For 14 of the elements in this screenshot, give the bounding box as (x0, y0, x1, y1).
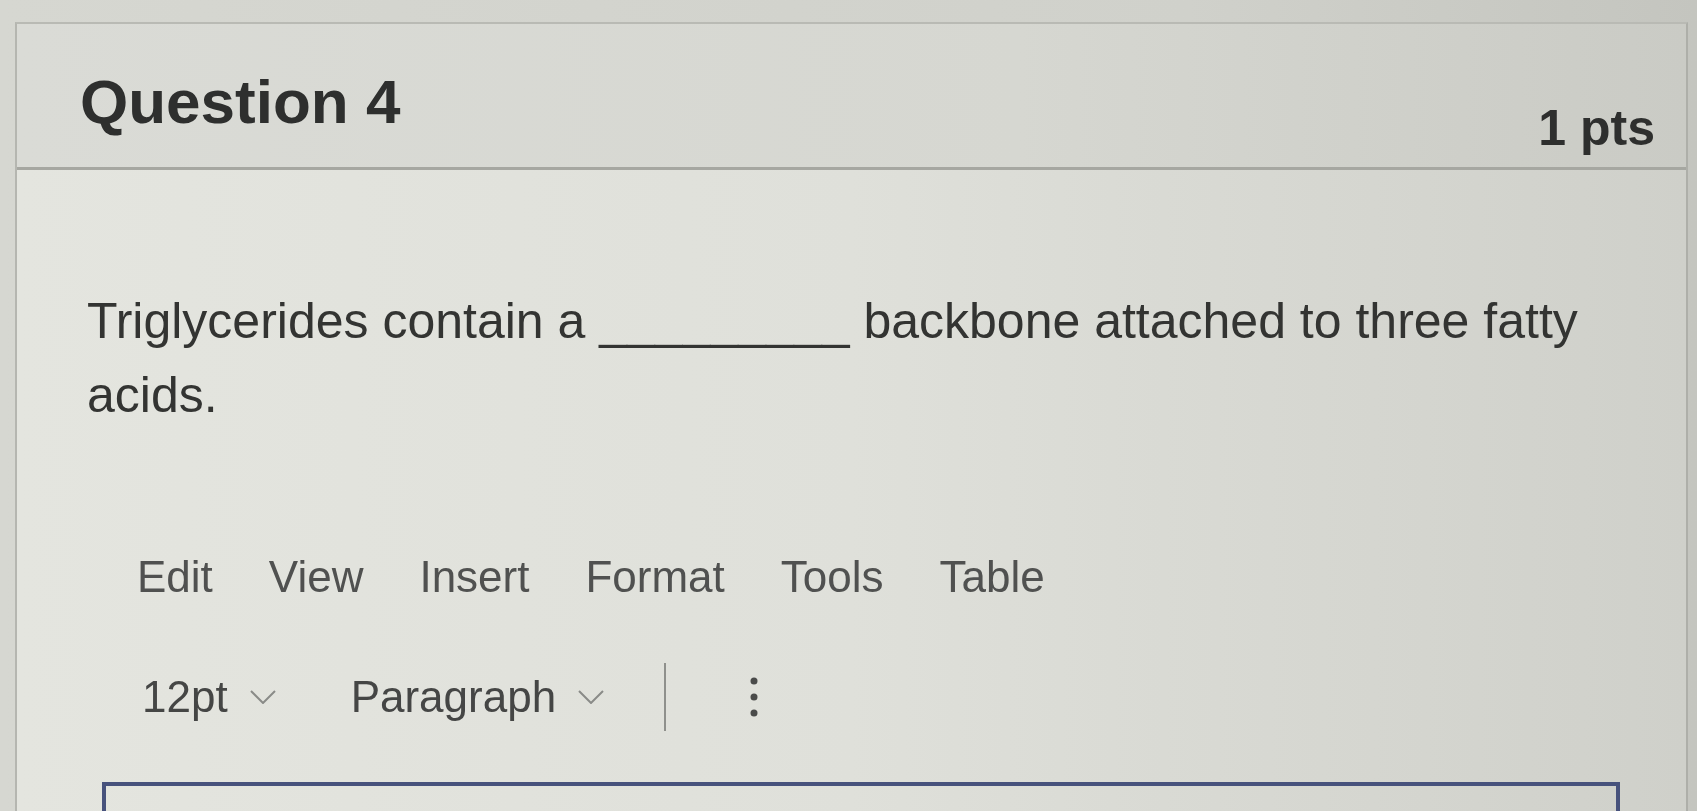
chevron-icon (249, 690, 276, 704)
menu-item[interactable]: Tools (780, 552, 884, 602)
dropdown-button[interactable]: 12pt (142, 672, 276, 722)
menu-item[interactable]: Edit (137, 552, 213, 602)
menu-item[interactable]: Format (585, 552, 725, 602)
menu-item[interactable]: Insert (419, 552, 530, 602)
vertical-dots-icon (750, 677, 759, 717)
question-text: Triglycerides contain a _________ backbone attached to three fatty acids. (87, 292, 1579, 425)
dropdown-button[interactable]: Paragraph (350, 672, 605, 722)
chevron-icon (578, 690, 605, 704)
more-button[interactable] (750, 677, 759, 717)
menu-item[interactable]: Table (939, 552, 1045, 602)
menu-item[interactable]: View (268, 552, 364, 602)
points-label: 1 pts (1538, 103, 1655, 153)
